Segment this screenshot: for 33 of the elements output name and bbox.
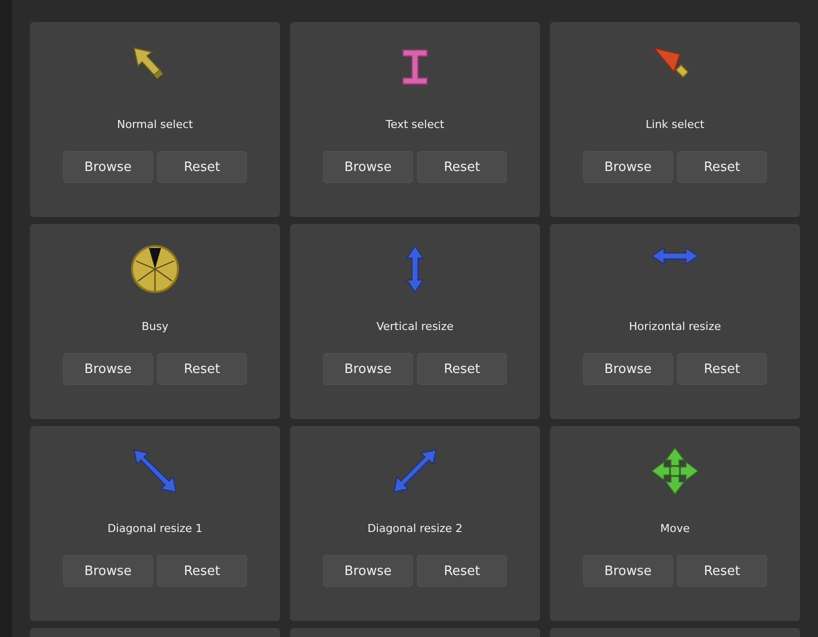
browse-button[interactable]: Browse <box>63 151 153 183</box>
reset-button[interactable]: Reset <box>417 151 507 183</box>
reset-button[interactable]: Reset <box>677 353 767 385</box>
browse-button[interactable]: Browse <box>323 353 413 385</box>
reset-button[interactable]: Reset <box>417 555 507 587</box>
busy-icon <box>130 244 180 294</box>
diagonal-arrow-icon <box>132 448 178 494</box>
reset-button[interactable]: Reset <box>157 353 247 385</box>
cursor-name: Move <box>660 522 690 535</box>
cursor-name: Diagonal resize 2 <box>367 522 463 535</box>
cursor-name: Normal select <box>117 118 193 131</box>
browse-button[interactable]: Browse <box>63 555 153 587</box>
cursor-name: Busy <box>142 320 168 333</box>
cursor-name: Diagonal resize 1 <box>107 522 203 535</box>
browse-button[interactable]: Browse <box>583 555 673 587</box>
cursor-name: Text select <box>386 118 444 131</box>
move-icon <box>652 448 698 494</box>
browse-button[interactable]: Browse <box>323 555 413 587</box>
browse-button[interactable]: Browse <box>583 151 673 183</box>
browse-button[interactable]: Browse <box>63 353 153 385</box>
reset-button[interactable]: Reset <box>157 555 247 587</box>
cursor-name: Horizontal resize <box>628 320 722 333</box>
diagonal-arrow-icon <box>392 448 438 494</box>
reset-button[interactable]: Reset <box>157 151 247 183</box>
browse-button[interactable]: Browse <box>323 151 413 183</box>
cursor-name: Link select <box>646 118 704 131</box>
vertical-arrow-icon <box>405 246 425 292</box>
browse-button[interactable]: Browse <box>583 353 673 385</box>
cursor-name: Vertical resize <box>376 320 454 333</box>
horizontal-arrow-icon <box>652 246 698 266</box>
reset-button[interactable]: Reset <box>677 151 767 183</box>
reset-button[interactable]: Reset <box>417 353 507 385</box>
reset-button[interactable]: Reset <box>677 555 767 587</box>
